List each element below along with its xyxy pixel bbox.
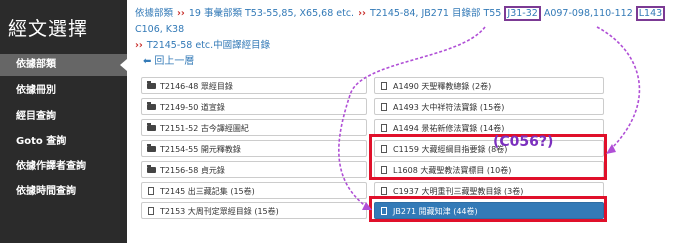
- annotation-arrows: [338, 26, 641, 210]
- arrowhead-icon: [362, 202, 372, 210]
- arrow-path-l143: [596, 26, 641, 151]
- arrow-path-j31: [338, 26, 486, 209]
